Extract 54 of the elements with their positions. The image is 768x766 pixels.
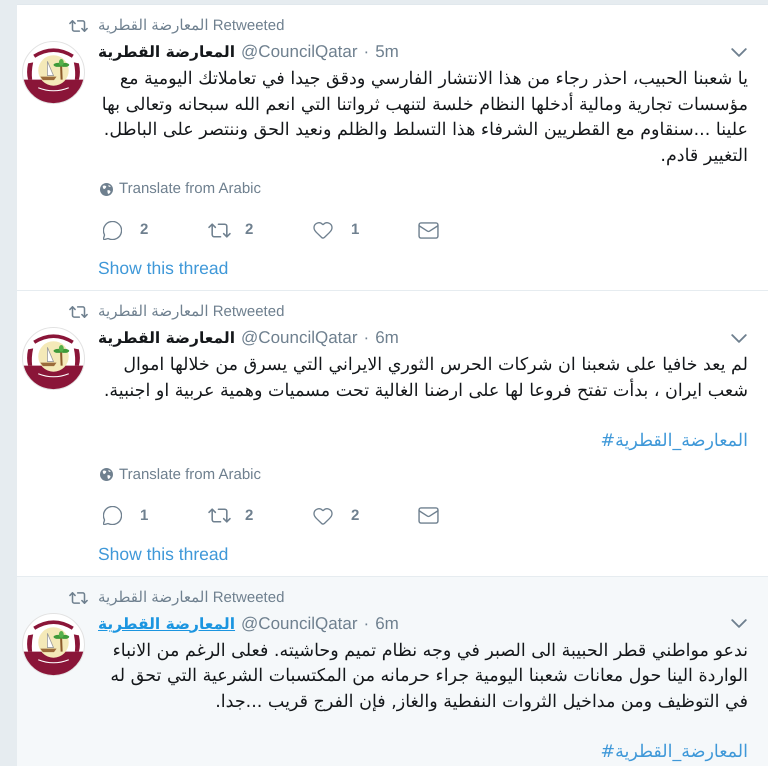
- dot-separator: ·: [364, 328, 370, 348]
- translate-button[interactable]: Translate from Arabic: [98, 180, 261, 198]
- tweet-card[interactable]: [17, 576, 768, 766]
- tweet-text: لم يعد خافيا على شعبنا ان شركات الحرس الثوري الايراني التي يسرق من خلالها اموال شعب ايران ، بدأت تفتح فروعا لها على ارضنا الغالية تحت مسميات وهمية عربية او اجنبية.: [102, 354, 748, 402]
- globe-icon: [100, 468, 113, 481]
- heart-icon: [313, 221, 333, 239]
- chevron-down-icon[interactable]: [731, 619, 747, 628]
- reply-button[interactable]: 1: [103, 506, 148, 526]
- timestamp-link[interactable]: 6m: [375, 614, 399, 634]
- show-thread-link[interactable]: Show this thread: [98, 542, 228, 564]
- speech-bubble-icon: [103, 220, 122, 240]
- envelope-icon: [418, 507, 439, 524]
- author-handle: @CouncilQatar: [241, 328, 358, 348]
- repeat-arrows-icon: [208, 222, 231, 238]
- retweet-context-text: المعارضة القطرية Retweeted: [98, 302, 284, 322]
- avatar-emblem-icon[interactable]: [22, 612, 85, 676]
- author-name-link[interactable]: المعارضة القطرية: [98, 42, 236, 62]
- envelope-icon: [418, 222, 439, 238]
- author-name-link[interactable]: المعارضة القطرية: [98, 614, 236, 634]
- show-thread-link[interactable]: Show this thread: [98, 257, 228, 279]
- tweet-text: يا شعبنا الحبيب، احذر رجاء من هذا الانتشار الفارسي ودقق جيدا في تعاملاتك اليومية مع مؤسسات تجارية ومالية أدخلها النظام خلسة لتنهب ثرواتنا التي انعم الله سبحانه وتعالى بها علينا ...سنقاوم مع القطريين الشرفاء هذا التسلط والظلم ونعيد الحق وننتصر على الباطل. التغيير قادم.: [100, 68, 748, 168]
- tweet-card[interactable]: [17, 291, 768, 576]
- retweet-context-text: المعارضة القطرية Retweeted: [98, 16, 284, 36]
- speech-bubble-icon: [103, 506, 122, 525]
- translate-button[interactable]: Translate from Arabic: [98, 466, 261, 484]
- avatar-emblem-icon[interactable]: [22, 327, 85, 390]
- hashtag-link[interactable]: #المعارضة_القطرية: [600, 429, 748, 454]
- author-name-link[interactable]: المعارضة القطرية: [98, 328, 236, 348]
- retweet-button[interactable]: 2: [208, 220, 254, 240]
- tweet-text: ندعو مواطني قطر الحبيبة الى الصبر في وجه نظام تميم وحاشيته. فعلى الرغم من الانباء الواردة الينا حول معانات شعبنا اليومية جراء حرمانه من المكتسبات الشرعية التي تحق له في التوظيف ومن مداخيل الثروات النفطية والغاز, فإن الفرج قريب ...جدا.: [109, 640, 748, 714]
- message-button[interactable]: [418, 507, 439, 524]
- chevron-down-icon[interactable]: [731, 48, 747, 56]
- tweet-card[interactable]: [17, 5, 768, 291]
- globe-icon: [100, 182, 113, 196]
- like-button[interactable]: 1: [313, 220, 360, 240]
- like-button[interactable]: 2: [313, 506, 360, 526]
- repeat-arrows-icon: [69, 20, 88, 32]
- timestamp-link[interactable]: 5m: [375, 42, 399, 62]
- heart-icon: [313, 506, 333, 524]
- repeat-arrows-icon: [69, 306, 88, 318]
- reply-button[interactable]: 2: [103, 220, 148, 240]
- hashtag-link[interactable]: #المعارضة_القطرية: [600, 740, 748, 766]
- repeat-arrows-icon: [208, 508, 231, 523]
- author-handle: @CouncilQatar: [241, 614, 358, 634]
- chevron-down-icon[interactable]: [731, 334, 747, 342]
- dot-separator: ·: [364, 42, 370, 62]
- retweet-context-text: المعارضة القطرية Retweeted: [98, 588, 284, 608]
- timestamp-link[interactable]: 6m: [375, 328, 399, 348]
- author-handle: @CouncilQatar: [241, 42, 358, 62]
- retweet-button[interactable]: 2: [208, 506, 254, 526]
- avatar-emblem-icon[interactable]: [22, 41, 85, 104]
- message-button[interactable]: [418, 222, 439, 238]
- repeat-arrows-icon: [69, 592, 88, 604]
- dot-separator: ·: [364, 614, 370, 634]
